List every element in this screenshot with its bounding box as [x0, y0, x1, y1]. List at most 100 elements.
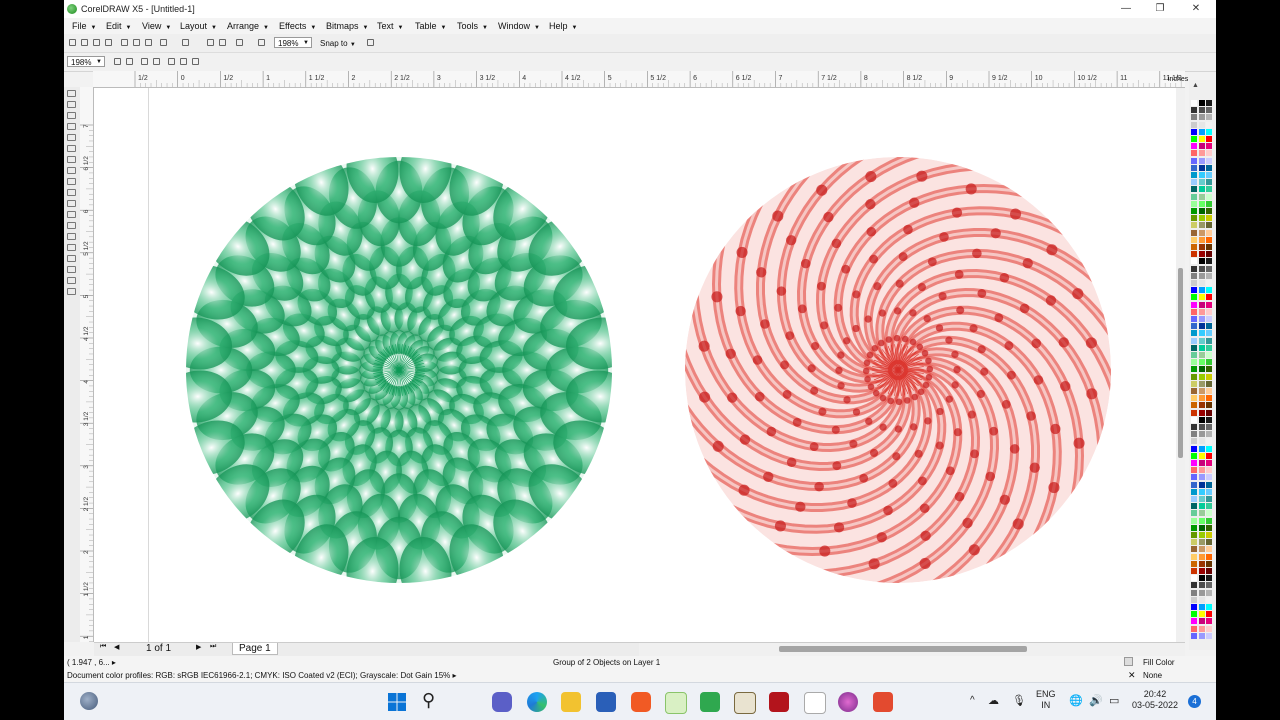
- notification-badge[interactable]: 4: [1188, 695, 1201, 708]
- undo-icon[interactable]: [160, 39, 167, 46]
- palette-swatch[interactable]: [1206, 560, 1212, 567]
- palette-swatch[interactable]: [1206, 229, 1212, 236]
- zoom-page-icon[interactable]: [168, 58, 175, 65]
- zoom-out-icon[interactable]: [126, 58, 133, 65]
- palette-swatch[interactable]: [1191, 265, 1197, 272]
- palette-swatch[interactable]: [1206, 330, 1212, 337]
- palette-swatch[interactable]: [1198, 272, 1205, 279]
- brave-browser-icon[interactable]: [631, 692, 651, 712]
- ellipse-tool-icon[interactable]: [67, 167, 76, 174]
- palette-swatch[interactable]: [1191, 352, 1197, 358]
- palette-swatch[interactable]: [1206, 582, 1212, 589]
- palette-swatch[interactable]: [1198, 568, 1205, 574]
- palette-swatch[interactable]: [1198, 604, 1205, 610]
- palette-swatch[interactable]: [1198, 136, 1205, 142]
- palette-swatch[interactable]: [1206, 380, 1212, 387]
- welcome-screen-icon[interactable]: [258, 39, 265, 46]
- palette-swatch[interactable]: [1191, 402, 1197, 409]
- palette-swatch[interactable]: [1191, 344, 1197, 351]
- basic-shapes-tool-icon[interactable]: [67, 189, 76, 196]
- palette-swatch[interactable]: [1206, 452, 1212, 459]
- red-spirograph-circle[interactable]: [670, 142, 1125, 597]
- last-page-icon[interactable]: ⏭: [210, 643, 216, 651]
- palette-swatch[interactable]: [1206, 265, 1212, 272]
- palette-swatch[interactable]: [1198, 330, 1205, 337]
- microphone-icon[interactable]: 🎙: [1012, 694, 1026, 707]
- palette-swatch[interactable]: [1198, 496, 1205, 502]
- palette-swatch[interactable]: [1198, 510, 1205, 517]
- teams-chat-icon[interactable]: [492, 692, 512, 712]
- import-icon[interactable]: [207, 39, 214, 46]
- menu-layout[interactable]: Layout ▼: [180, 21, 217, 31]
- palette-swatch[interactable]: [1206, 539, 1212, 546]
- edge-browser-icon[interactable]: [527, 692, 547, 712]
- palette-swatch[interactable]: [1198, 179, 1205, 186]
- palette-swatch[interactable]: [1206, 308, 1212, 315]
- copy-icon[interactable]: [133, 39, 140, 46]
- palette-swatch[interactable]: [1198, 481, 1205, 488]
- palette-swatch[interactable]: [1191, 452, 1197, 459]
- palette-swatch[interactable]: [1206, 510, 1212, 517]
- snap-to-dropdown[interactable]: Snap to ▼: [320, 39, 356, 48]
- blend-tool-icon[interactable]: [67, 244, 76, 251]
- palette-swatch[interactable]: [1206, 100, 1212, 106]
- redo-icon[interactable]: [182, 39, 189, 46]
- palette-swatch[interactable]: [1206, 301, 1212, 308]
- first-page-icon[interactable]: ⏮: [100, 643, 106, 651]
- palette-swatch[interactable]: [1191, 539, 1197, 546]
- palette-swatch[interactable]: [1191, 438, 1197, 445]
- palette-swatch[interactable]: [1198, 524, 1205, 531]
- palette-swatch[interactable]: [1206, 244, 1212, 250]
- connector-tool-icon[interactable]: [67, 233, 76, 240]
- palette-swatch[interactable]: [1206, 337, 1212, 344]
- palette-swatch[interactable]: [1191, 172, 1197, 178]
- palette-swatch[interactable]: [1191, 424, 1197, 430]
- zoom-in-icon[interactable]: [114, 58, 121, 65]
- paste-icon[interactable]: [145, 39, 152, 46]
- palette-swatch[interactable]: [1206, 503, 1212, 510]
- palette-swatch[interactable]: [1191, 611, 1197, 618]
- palette-swatch[interactable]: [1206, 143, 1212, 150]
- palette-swatch[interactable]: [1198, 452, 1205, 459]
- palette-swatch[interactable]: [1206, 114, 1212, 121]
- palette-swatch[interactable]: [1206, 157, 1212, 164]
- palette-swatch[interactable]: [1198, 308, 1205, 315]
- palette-swatch[interactable]: [1191, 186, 1197, 193]
- palette-swatch[interactable]: [1206, 121, 1212, 128]
- palette-swatch[interactable]: [1191, 179, 1197, 186]
- palette-swatch[interactable]: [1206, 474, 1212, 481]
- palette-swatch[interactable]: [1206, 395, 1212, 402]
- palette-swatch[interactable]: [1198, 200, 1205, 207]
- menu-edit[interactable]: Edit ▼: [106, 21, 131, 31]
- palette-swatch[interactable]: [1206, 373, 1212, 380]
- table-tool-icon[interactable]: [67, 211, 76, 218]
- menu-bitmaps[interactable]: Bitmaps ▼: [326, 21, 368, 31]
- palette-swatch[interactable]: [1191, 114, 1197, 121]
- horizontal-ruler[interactable]: 1/2 0 1/2 1 1 1/2 2 2 1/2 3 3 1/2 4 4 1/2 5 5 1/2 6 6 …: [93, 71, 1185, 88]
- battery-icon[interactable]: ▭: [1109, 694, 1119, 707]
- palette-swatch[interactable]: [1198, 546, 1205, 553]
- drawing-canvas[interactable]: [94, 88, 1176, 642]
- palette-swatch[interactable]: [1206, 208, 1212, 214]
- clock[interactable]: 20:42 03-05-2022: [1132, 689, 1178, 711]
- palette-swatch[interactable]: [1191, 496, 1197, 502]
- palette-swatch[interactable]: [1198, 467, 1205, 474]
- palette-swatch[interactable]: [1206, 236, 1212, 243]
- palette-swatch[interactable]: [1198, 258, 1205, 265]
- file-explorer-icon[interactable]: [561, 692, 581, 712]
- palette-swatch[interactable]: [1206, 625, 1212, 632]
- shape-tool-icon[interactable]: [67, 101, 76, 108]
- palette-swatch[interactable]: [1206, 352, 1212, 358]
- palette-swatch[interactable]: [1191, 164, 1197, 171]
- palette-swatch[interactable]: [1206, 323, 1212, 330]
- corel-capture-icon[interactable]: [873, 692, 893, 712]
- palette-swatch[interactable]: [1191, 503, 1197, 510]
- palette-swatch[interactable]: [1206, 416, 1212, 423]
- palette-swatch[interactable]: [1206, 172, 1212, 178]
- palette-swatch[interactable]: [1206, 186, 1212, 193]
- dimension-tool-icon[interactable]: [67, 222, 76, 229]
- menu-text[interactable]: Text ▼: [377, 21, 403, 31]
- palette-swatch[interactable]: [1206, 251, 1212, 258]
- vertical-scrollbar[interactable]: [1176, 88, 1185, 642]
- search-icon[interactable]: ⚲: [422, 690, 435, 711]
